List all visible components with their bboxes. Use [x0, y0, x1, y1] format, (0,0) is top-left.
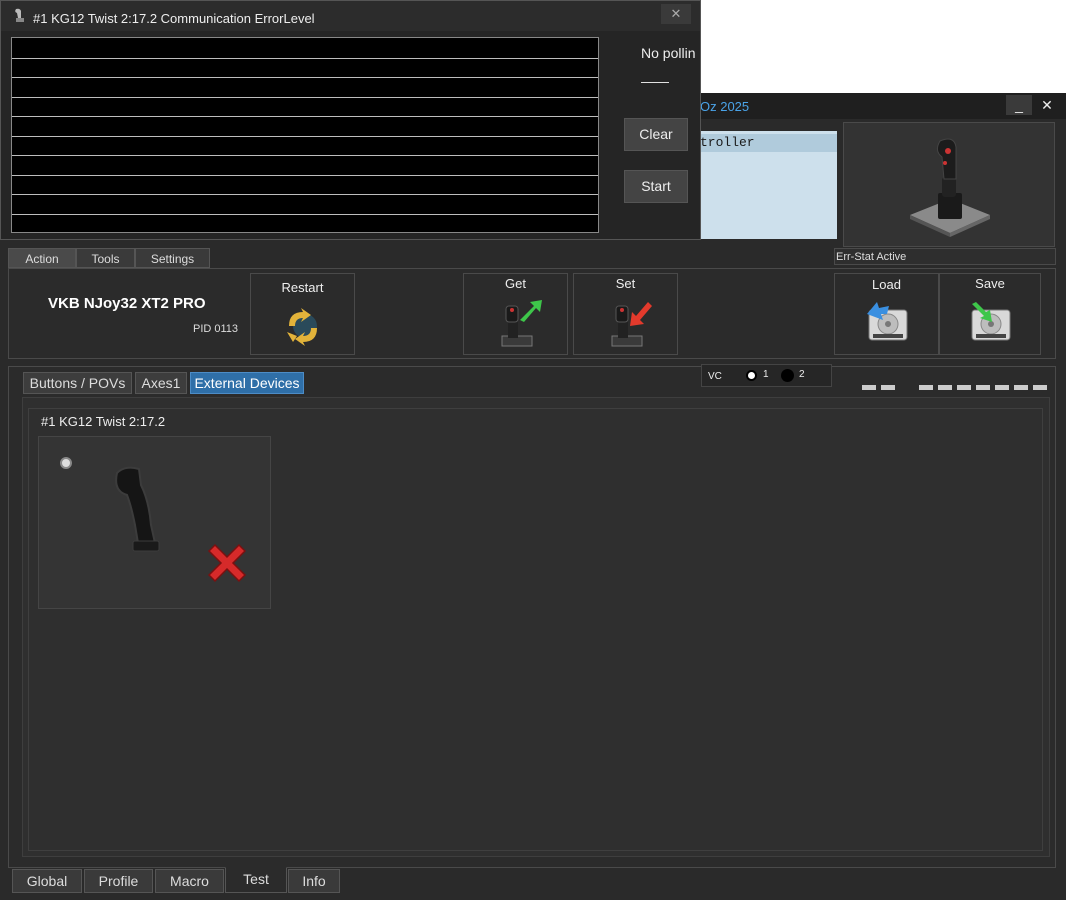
get-label: Get — [505, 276, 526, 291]
tab-info[interactable]: Info — [288, 869, 340, 893]
vc-radio-2[interactable] — [781, 369, 794, 382]
device-name: VKB NJoy32 XT2 PRO — [48, 295, 206, 312]
get-button[interactable]: Get — [463, 273, 568, 355]
tab-buttons-povs[interactable]: Buttons / POVs — [23, 372, 132, 394]
set-label: Set — [615, 276, 636, 291]
restart-label: Restart — [281, 280, 324, 295]
polling-status: No polling — [641, 45, 696, 61]
vc-selector: VC 1 2 — [701, 364, 832, 387]
device-status-dot — [60, 457, 72, 469]
save-label: Save — [975, 276, 1005, 291]
log-row-separator — [12, 77, 598, 78]
load-button[interactable]: Load — [834, 273, 939, 355]
load-disk-icon — [867, 302, 908, 341]
device-pid: PID 0113 — [193, 323, 239, 335]
polling-value: —— — [641, 73, 669, 89]
get-arrow-icon — [501, 300, 542, 347]
start-button[interactable]: Start — [624, 170, 688, 203]
load-label: Load — [872, 277, 901, 292]
external-device-card[interactable] — [38, 436, 271, 609]
tab-macro[interactable]: Macro — [155, 869, 224, 893]
error-level-window: #1 KG12 Twist 2:17.2 Communication Error… — [0, 0, 701, 240]
tab-settings[interactable]: Settings — [135, 248, 210, 268]
recycle-icon — [287, 308, 317, 346]
error-log-area[interactable] — [11, 37, 599, 233]
close-button[interactable]: ✕ — [1034, 95, 1060, 115]
log-row-separator — [12, 57, 598, 59]
restart-button[interactable]: Restart — [250, 273, 355, 355]
tab-global[interactable]: Global — [12, 869, 82, 893]
joystick-preview — [843, 122, 1055, 247]
tab-test[interactable]: Test — [225, 867, 287, 893]
minimize-button[interactable]: _ — [1006, 95, 1032, 115]
tab-action[interactable]: Action — [8, 248, 76, 268]
save-disk-icon — [971, 302, 1011, 341]
log-row-separator — [12, 135, 598, 137]
joystick-icon — [115, 466, 160, 552]
vc-option-1-label: 1 — [763, 369, 769, 380]
log-row-separator — [12, 174, 598, 176]
log-row-separator — [12, 116, 598, 117]
save-button[interactable]: Save — [939, 273, 1041, 355]
err-stat-label: Err-Stat Active — [834, 248, 1056, 265]
error-window-title-bar: #1 KG12 Twist 2:17.2 Communication Error… — [1, 1, 700, 31]
device-list[interactable]: troller — [698, 131, 837, 239]
tab-external-devices[interactable]: External Devices — [190, 372, 304, 394]
clear-button[interactable]: Clear — [624, 118, 688, 151]
tab-axes1[interactable]: Axes1 — [135, 372, 187, 394]
indicator-dashes — [862, 378, 1048, 390]
device-list-item[interactable]: troller — [698, 134, 837, 152]
tab-profile[interactable]: Profile — [84, 869, 153, 893]
set-button[interactable]: Set — [573, 273, 678, 355]
set-arrow-icon — [611, 302, 652, 347]
remove-x-icon[interactable] — [203, 539, 251, 587]
vc-label: VC — [708, 371, 722, 382]
tab-tools[interactable]: Tools — [76, 248, 135, 268]
vc-option-2-label: 2 — [799, 369, 805, 380]
log-row-separator — [12, 194, 598, 195]
log-row-separator — [12, 96, 598, 98]
log-row-separator — [12, 155, 598, 156]
external-group-title: #1 KG12 Twist 2:17.2 — [41, 414, 166, 429]
error-window-close-button[interactable]: ✕ — [661, 4, 691, 24]
joystick-icon — [15, 8, 24, 22]
vc-radio-1[interactable] — [746, 370, 757, 381]
joystick-icon — [910, 138, 990, 237]
log-row-separator — [12, 213, 598, 215]
main-title-text: Oz 2025 — [700, 99, 750, 114]
error-window-title: #1 KG12 Twist 2:17.2 Communication Error… — [33, 11, 315, 26]
